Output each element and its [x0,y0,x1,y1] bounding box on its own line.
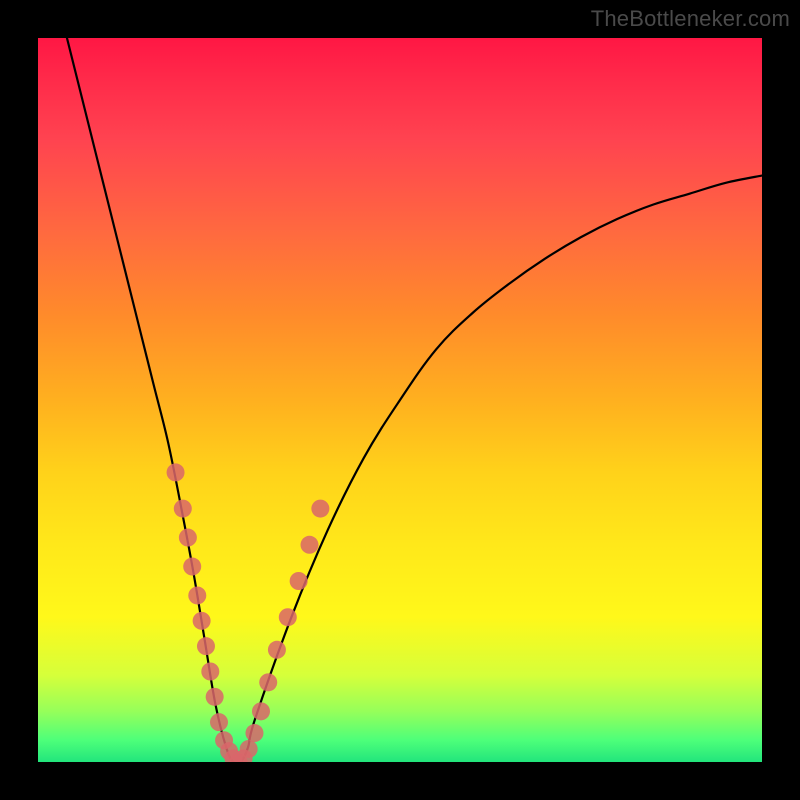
curve-dots-group [167,463,330,762]
curve-dot [210,713,228,731]
curve-dot [167,463,185,481]
curve-dot [259,673,277,691]
curve-dot [240,740,258,758]
curve-dot [179,529,197,547]
bottleneck-curve [67,38,762,762]
curve-dot [268,641,286,659]
curve-dot [188,586,206,604]
curve-dot [201,663,219,681]
chart-frame: TheBottleneker.com [0,0,800,800]
curve-dot [174,500,192,518]
curve-dot [193,612,211,630]
curve-dot [206,688,224,706]
curve-dot [245,724,263,742]
curve-dot [290,572,308,590]
plot-area [38,38,762,762]
curve-svg [38,38,762,762]
curve-dot [301,536,319,554]
curve-dot [279,608,297,626]
curve-dot [197,637,215,655]
curve-dot [183,558,201,576]
curve-dot [311,500,329,518]
watermark-text: TheBottleneker.com [591,6,790,32]
curve-dot [252,702,270,720]
